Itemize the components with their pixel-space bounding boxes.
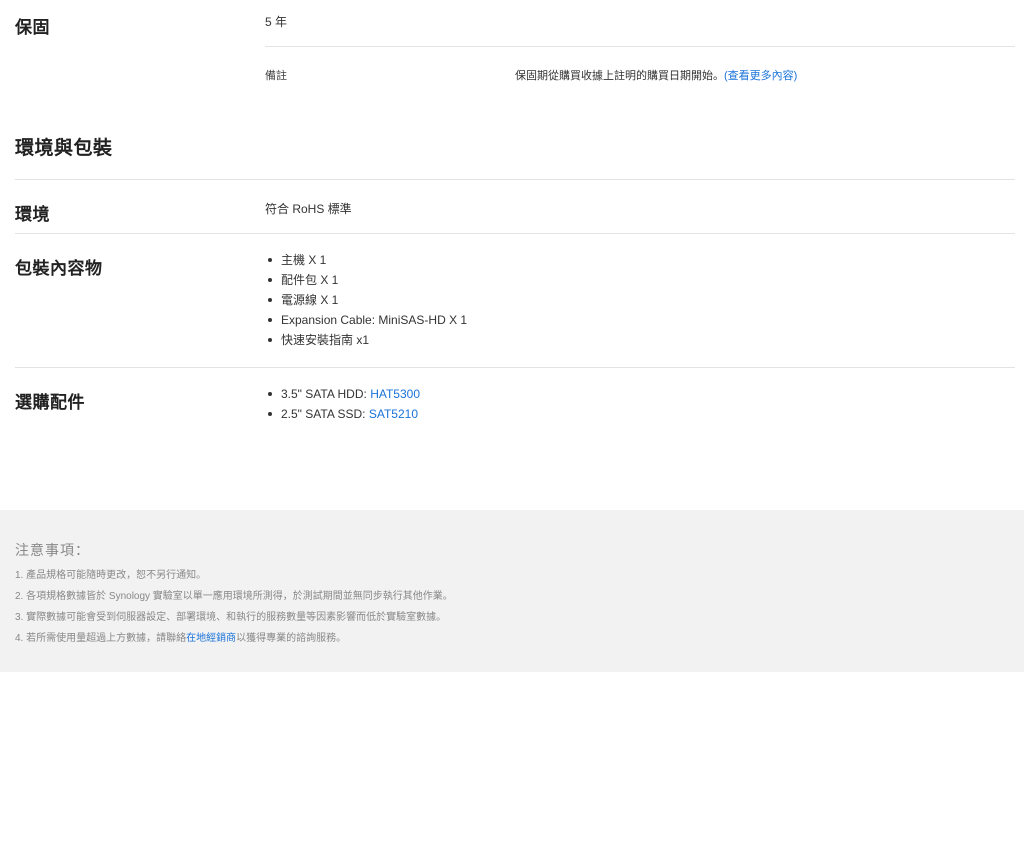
divider [265,46,1015,47]
package-title: 包裝內容物 [15,259,103,278]
accessories-title: 選購配件 [15,393,85,412]
environment-value: 符合 RoHS 標準 [265,202,352,216]
note-text: 以獲得專業的諮詢服務。 [236,633,347,644]
section-title: 環境與包裝 [15,138,113,159]
divider [15,367,1015,368]
warranty-note-label: 備註 [265,70,287,82]
package-list: 主機 X 1 配件包 X 1 電源線 X 1 Expansion Cable: … [265,250,467,350]
list-item: Expansion Cable: MiniSAS-HD X 1 [265,310,467,330]
note-item: 1. 產品規格可能隨時更改，恕不另行通知。 [15,570,207,581]
note-text: 4. 若所需使用量超過上方數據，請聯絡 [15,633,187,644]
note-item: 4. 若所需使用量超過上方數據，請聯絡在地經銷商以獲得專業的諮詢服務。 [15,628,453,649]
notes-list: 1. 產品規格可能隨時更改，恕不另行通知。 2. 各項規格數據皆於 Synolo… [15,565,453,649]
list-item: 電源線 X 1 [265,290,467,310]
list-item: 3.5" SATA HDD: HAT5300 [265,384,420,404]
list-item: 配件包 X 1 [265,270,467,290]
local-dealer-link[interactable]: 在地經銷商 [186,633,236,644]
note-item: 3. 實際數據可能會受到伺服器設定、部署環境、和執行的服務數量等因素影響而低於實… [15,612,447,623]
divider [15,179,1015,180]
see-more-link[interactable]: (查看更多內容) [724,70,797,82]
warranty-note: 保固期從購買收據上註明的購買日期開始。(查看更多內容) [515,67,797,83]
notes-title: 注意事項： [15,542,90,558]
notes-panel: 注意事項： 1. 產品規格可能隨時更改，恕不另行通知。 2. 各項規格數據皆於 … [0,510,1024,672]
note-item: 2. 各項規格數據皆於 Synology 實驗室以單一應用環境所測得，於測試期間… [15,591,453,602]
list-item: 快速安裝指南 x1 [265,330,467,350]
warranty-title: 保固 [15,18,50,37]
accessory-label: 3.5" SATA HDD: [281,387,371,401]
hat5300-link[interactable]: HAT5300 [370,387,420,401]
accessory-label: 2.5" SATA SSD: [281,407,369,421]
environment-title: 環境 [15,205,50,224]
list-item: 2.5" SATA SSD: SAT5210 [265,404,420,424]
divider [15,233,1015,234]
warranty-note-text: 保固期從購買收據上註明的購買日期開始。 [515,70,724,82]
accessories-list: 3.5" SATA HDD: HAT5300 2.5" SATA SSD: SA… [265,384,420,424]
list-item: 主機 X 1 [265,250,467,270]
sat5210-link[interactable]: SAT5210 [369,407,418,421]
warranty-value: 5 年 [265,15,288,29]
